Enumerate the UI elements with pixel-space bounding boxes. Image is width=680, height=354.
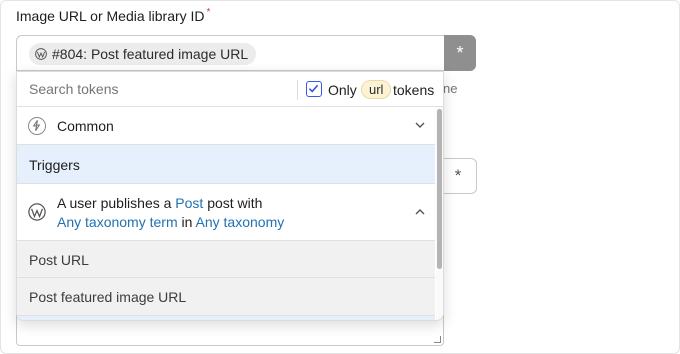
field-label-text: Image URL or Media library ID xyxy=(16,8,205,24)
token-search-bar: Only url tokens xyxy=(17,72,443,107)
only-label: Only xyxy=(328,82,357,98)
search-tokens-input[interactable] xyxy=(17,72,297,106)
token-id: #804: xyxy=(52,46,88,62)
taxonomy-term-link[interactable]: Any taxonomy term xyxy=(57,214,178,230)
category-label: Triggers xyxy=(29,157,80,173)
divider xyxy=(297,80,298,100)
trigger-description: A user publishes a Post post with Any ta… xyxy=(57,194,397,232)
token-item[interactable]: Post URL xyxy=(17,241,435,278)
token-item-partial[interactable] xyxy=(17,316,435,320)
wordpress-icon xyxy=(35,48,47,60)
token-type-pill: url xyxy=(361,80,392,99)
token-input-field[interactable]: #804: Post featured image URL xyxy=(16,35,444,71)
tokens-label: tokens xyxy=(393,82,435,98)
trigger-item[interactable]: A user publishes a Post post with Any ta… xyxy=(17,184,435,241)
insert-token-button-secondary[interactable]: * xyxy=(440,158,477,194)
trigger-text: post with xyxy=(203,195,263,211)
token-list: Common Triggers A user publishes a Post … xyxy=(17,107,435,320)
token-name: Post featured image URL xyxy=(90,46,249,62)
token-label: Post URL xyxy=(29,252,89,268)
bolt-icon xyxy=(28,117,46,135)
chevron-down-icon xyxy=(415,122,425,128)
field-label: Image URL or Media library ID * xyxy=(16,7,211,24)
trigger-text: A user publishes a xyxy=(57,195,176,211)
token-picker-dropdown: Only url tokens Common Triggers A xyxy=(16,71,444,321)
token-label: Post featured image URL xyxy=(29,289,187,305)
resize-handle-icon[interactable] xyxy=(434,336,441,343)
scrollbar-thumb[interactable] xyxy=(437,109,442,269)
check-icon xyxy=(308,84,319,93)
trigger-text: in xyxy=(177,214,196,230)
only-url-tokens-checkbox[interactable] xyxy=(306,81,322,97)
chevron-up-icon xyxy=(415,209,425,215)
obscured-helper-text: ne xyxy=(443,81,458,96)
category-common[interactable]: Common xyxy=(17,107,435,145)
category-label: Common xyxy=(57,118,114,134)
insert-token-button[interactable]: * xyxy=(444,35,476,71)
token-item[interactable]: Post featured image URL xyxy=(17,278,435,316)
post-type-link[interactable]: Post xyxy=(175,195,203,211)
category-triggers[interactable]: Triggers xyxy=(17,145,435,184)
scrollbar[interactable] xyxy=(436,107,443,320)
wordpress-icon xyxy=(28,203,46,221)
taxonomy-link[interactable]: Any taxonomy xyxy=(196,214,285,230)
required-mark: * xyxy=(206,7,211,18)
selected-token-chip[interactable]: #804: Post featured image URL xyxy=(29,43,257,65)
